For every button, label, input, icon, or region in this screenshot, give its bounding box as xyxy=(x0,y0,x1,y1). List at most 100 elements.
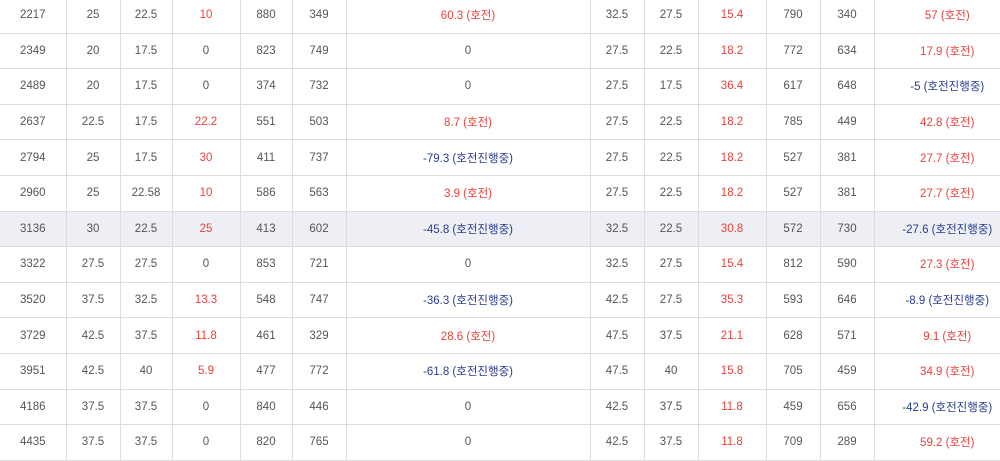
cell-col-11: 812 xyxy=(766,246,821,283)
cell-col-8: 42.5 xyxy=(590,282,645,319)
cell-col-8: 42.5 xyxy=(590,389,645,426)
cell-col-9: 22.5 xyxy=(644,104,699,141)
cell-col-8: 27.5 xyxy=(590,139,645,176)
cell-change-left: -36.3 (호전진행중) xyxy=(346,282,591,319)
cell-col-2: 42.5 xyxy=(66,353,121,390)
cell-col-2: 25 xyxy=(66,0,121,34)
cell-col-8: 32.5 xyxy=(590,211,645,248)
cell-col-4: 0 xyxy=(172,246,241,283)
cell-col-8: 27.5 xyxy=(590,104,645,141)
cell-col-8: 42.5 xyxy=(590,424,645,461)
cell-col-3: 37.5 xyxy=(120,424,173,461)
cell-id: 2637 xyxy=(0,104,67,141)
cell-id: 4435 xyxy=(0,424,67,461)
cell-id: 2489 xyxy=(0,68,67,105)
cell-col-9: 27.5 xyxy=(644,246,699,283)
cell-id: 2960 xyxy=(0,175,67,212)
cell-change-right: 27.3 (호전) xyxy=(874,246,1000,283)
cell-col-4: 11.8 xyxy=(172,317,241,354)
cell-col-12: 730 xyxy=(820,211,875,248)
table-row: 3322 27.5 27.5 0 853 721 0 32.5 27.5 15.4 812 590 27… xyxy=(0,246,1000,283)
cell-change-left: -61.8 (호전진행중) xyxy=(346,353,591,390)
cell-change-left: 3.9 (호전) xyxy=(346,175,591,212)
cell-col-8: 47.5 xyxy=(590,353,645,390)
cell-col-10: 35.3 xyxy=(698,282,767,319)
cell-col-11: 459 xyxy=(766,389,821,426)
cell-col-4: 25 xyxy=(172,211,241,248)
cell-col-9: 37.5 xyxy=(644,317,699,354)
cell-col-9: 27.5 xyxy=(644,282,699,319)
cell-col-11: 593 xyxy=(766,282,821,319)
cell-change-right: -8.9 (호전진행중) xyxy=(874,282,1000,319)
cell-col-10: 11.8 xyxy=(698,389,767,426)
table-row: 2217 25 22.5 10 880 349 60.3 (호전) 32.5 27.5 15.4 7… xyxy=(0,0,1000,34)
cell-col-3: 22.58 xyxy=(120,175,173,212)
cell-col-5: 823 xyxy=(240,33,293,70)
cell-col-8: 27.5 xyxy=(590,33,645,70)
cell-change-right: 27.7 (호전) xyxy=(874,175,1000,212)
cell-change-right: 42.8 (호전) xyxy=(874,104,1000,141)
cell-col-9: 27.5 xyxy=(644,0,699,34)
cell-change-left: 28.6 (호전) xyxy=(346,317,591,354)
cell-change-left: 0 xyxy=(346,424,591,461)
cell-col-4: 30 xyxy=(172,139,241,176)
cell-col-6: 602 xyxy=(292,211,347,248)
cell-col-3: 40 xyxy=(120,353,173,390)
cell-col-10: 18.2 xyxy=(698,139,767,176)
cell-change-left: -79.3 (호전진행중) xyxy=(346,139,591,176)
cell-col-10: 15.4 xyxy=(698,246,767,283)
cell-col-2: 37.5 xyxy=(66,282,121,319)
cell-id: 2794 xyxy=(0,139,67,176)
cell-col-6: 737 xyxy=(292,139,347,176)
cell-col-6: 721 xyxy=(292,246,347,283)
cell-col-2: 20 xyxy=(66,68,121,105)
cell-col-9: 22.5 xyxy=(644,139,699,176)
cell-col-12: 340 xyxy=(820,0,875,34)
cell-col-3: 17.5 xyxy=(120,33,173,70)
cell-id: 3729 xyxy=(0,317,67,354)
cell-col-3: 32.5 xyxy=(120,282,173,319)
cell-col-2: 22.5 xyxy=(66,104,121,141)
cell-col-6: 329 xyxy=(292,317,347,354)
cell-col-10: 11.8 xyxy=(698,424,767,461)
cell-col-3: 17.5 xyxy=(120,104,173,141)
table-row: 3951 42.5 40 5.9 477 772 -61.8 (호전진행중) 47.5 40 15… xyxy=(0,353,1000,390)
cell-col-12: 449 xyxy=(820,104,875,141)
cell-change-left: 60.3 (호전) xyxy=(346,0,591,34)
cell-change-right: 59.2 (호전) xyxy=(874,424,1000,461)
cell-col-2: 25 xyxy=(66,139,121,176)
cell-col-5: 820 xyxy=(240,424,293,461)
cell-col-12: 289 xyxy=(820,424,875,461)
cell-id: 2217 xyxy=(0,0,67,34)
cell-col-3: 17.5 xyxy=(120,68,173,105)
cell-col-10: 18.2 xyxy=(698,175,767,212)
cell-col-9: 37.5 xyxy=(644,389,699,426)
cell-col-11: 617 xyxy=(766,68,821,105)
cell-change-left: 0 xyxy=(346,68,591,105)
cell-col-6: 563 xyxy=(292,175,347,212)
cell-col-3: 17.5 xyxy=(120,139,173,176)
cell-col-12: 381 xyxy=(820,139,875,176)
cell-col-5: 840 xyxy=(240,389,293,426)
cell-col-8: 47.5 xyxy=(590,317,645,354)
cell-col-10: 18.2 xyxy=(698,104,767,141)
cell-col-10: 18.2 xyxy=(698,33,767,70)
cell-col-2: 37.5 xyxy=(66,424,121,461)
cell-change-right: -5 (호전진행중) xyxy=(874,68,1000,105)
cell-col-6: 732 xyxy=(292,68,347,105)
cell-col-5: 374 xyxy=(240,68,293,105)
cell-col-5: 586 xyxy=(240,175,293,212)
cell-col-11: 772 xyxy=(766,33,821,70)
cell-id: 4186 xyxy=(0,389,67,426)
cell-change-right: 34.9 (호전) xyxy=(874,353,1000,390)
cell-col-3: 37.5 xyxy=(120,317,173,354)
cell-col-4: 0 xyxy=(172,389,241,426)
cell-id: 3322 xyxy=(0,246,67,283)
cell-change-right: 27.7 (호전) xyxy=(874,139,1000,176)
cell-col-6: 446 xyxy=(292,389,347,426)
cell-change-right: 9.1 (호전) xyxy=(874,317,1000,354)
cell-col-12: 634 xyxy=(820,33,875,70)
table-row: 3136 30 22.5 25 413 602 -45.8 (호전진행중) 32.5 22.5 3… xyxy=(0,211,1000,248)
cell-col-3: 22.5 xyxy=(120,211,173,248)
cell-col-9: 17.5 xyxy=(644,68,699,105)
